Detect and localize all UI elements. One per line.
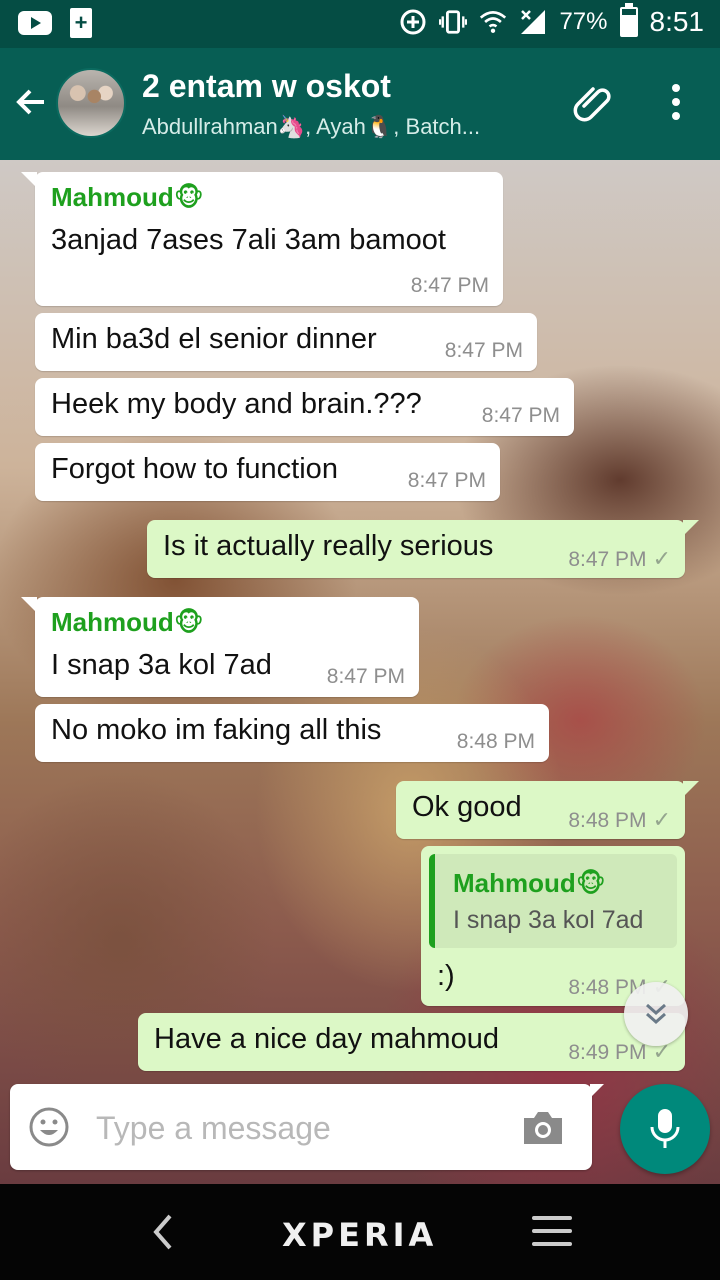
message-input-bar[interactable]: Type a message [10, 1084, 604, 1170]
mic-button[interactable] [620, 1084, 710, 1174]
clock: 8:51 [649, 6, 705, 37]
message-time-text: 8:48 PM [568, 809, 647, 832]
quoted-sender: Mahmoud🐵 [453, 868, 606, 898]
message-time: 8:47 PM [407, 469, 486, 492]
scroll-down-button[interactable] [624, 982, 688, 1046]
message-time: 8:47 PM [326, 665, 405, 688]
message-bubble-outgoing[interactable]: Ok good 8:48 PM ✓ [396, 781, 699, 839]
emoji-icon[interactable] [28, 1106, 70, 1148]
battery-saver-icon: + [70, 8, 92, 38]
message-bubble-outgoing[interactable]: Have a nice day mahmoud 8:49 PM ✓ [138, 1013, 685, 1071]
message-text: Heek my body and brain.??? [51, 388, 422, 420]
group-avatar[interactable] [56, 68, 126, 138]
message-time: 8:47 PM [481, 404, 560, 427]
message-time: 8:47 PM ✓ [568, 546, 671, 572]
brand-logo: XPERIA [282, 1216, 438, 1254]
message-time: 8:48 PM [456, 730, 535, 753]
chat-title[interactable]: 2 entam w oskot [142, 68, 391, 105]
message-time-text: 8:47 PM [568, 548, 647, 571]
chat-header: 2 entam w oskot Abdullrahman🦄, Ayah🐧, Ba… [0, 48, 720, 160]
more-vert-icon[interactable] [664, 84, 688, 124]
message-time-text: 8:49 PM [568, 1041, 647, 1064]
message-text: 3anjad 7ases 7ali 3am bamoot [51, 224, 446, 256]
camera-icon[interactable] [520, 1108, 566, 1148]
message-input[interactable]: Type a message [96, 1110, 331, 1147]
message-bubble-incoming[interactable]: Mahmoud🐵 I snap 3a kol 7ad 8:47 PM [21, 597, 419, 697]
vibrate-icon [439, 7, 468, 37]
sent-check-icon: ✓ [652, 807, 671, 832]
signal-icon [519, 7, 547, 37]
message-time: 8:47 PM [444, 339, 523, 362]
nav-back-icon[interactable] [148, 1212, 178, 1252]
message-bubble-incoming[interactable]: Forgot how to function 8:47 PM [35, 443, 500, 501]
message-text: I snap 3a kol 7ad [51, 649, 272, 681]
battery-icon [619, 3, 638, 37]
system-nav-bar: XPERIA [0, 1184, 720, 1280]
quoted-text: I snap 3a kol 7ad [453, 906, 644, 934]
youtube-icon [18, 11, 52, 35]
message-text: :) [437, 960, 455, 992]
message-text: Ok good [412, 791, 522, 823]
message-bubble-incoming[interactable]: No moko im faking all this 8:48 PM [35, 704, 549, 762]
message-bubble-incoming[interactable]: Heek my body and brain.??? 8:47 PM [35, 378, 574, 436]
mic-icon [650, 1109, 680, 1148]
message-text: Min ba3d el senior dinner [51, 323, 377, 355]
nav-menu-icon[interactable] [532, 1216, 572, 1248]
data-saver-icon [399, 7, 427, 37]
quoted-message[interactable]: Mahmoud🐵 I snap 3a kol 7ad [429, 854, 677, 948]
status-left: + [18, 8, 92, 38]
chat-area[interactable]: Mahmoud🐵 3anjad 7ases 7ali 3am bamoot 8:… [0, 160, 720, 1184]
message-bubble-incoming[interactable]: Min ba3d el senior dinner 8:47 PM [35, 313, 537, 371]
scroll-down-icon [646, 1003, 666, 1025]
sent-check-icon: ✓ [652, 546, 671, 571]
back-arrow-icon[interactable] [14, 84, 50, 120]
message-bubble-outgoing-reply[interactable]: Mahmoud🐵 I snap 3a kol 7ad :) 8:48 PM✓ [421, 846, 685, 1006]
message-time: 8:47 PM [410, 274, 489, 297]
chat-participants[interactable]: Abdullrahman🦄, Ayah🐧, Batch... [142, 114, 480, 140]
message-time: 8:48 PM✓ [568, 807, 671, 833]
battery-percentage: 77% [559, 8, 608, 35]
message-sender: Mahmoud🐵 [51, 607, 204, 637]
attach-icon[interactable] [572, 82, 616, 126]
message-bubble-outgoing[interactable]: Is it actually really serious 8:47 PM ✓ [147, 520, 699, 578]
message-text: Is it actually really serious [163, 530, 494, 562]
message-text: No moko im faking all this [51, 714, 382, 746]
message-sender: Mahmoud🐵 [51, 182, 204, 212]
status-bar: + 77% 8:51 [0, 0, 720, 48]
wifi-icon [479, 7, 507, 37]
message-text: Have a nice day mahmoud [154, 1023, 499, 1055]
status-right: 77% 8:51 [399, 3, 705, 38]
message-bubble-incoming[interactable]: Mahmoud🐵 3anjad 7ases 7ali 3am bamoot 8:… [21, 172, 503, 306]
message-text: Forgot how to function [51, 453, 338, 485]
